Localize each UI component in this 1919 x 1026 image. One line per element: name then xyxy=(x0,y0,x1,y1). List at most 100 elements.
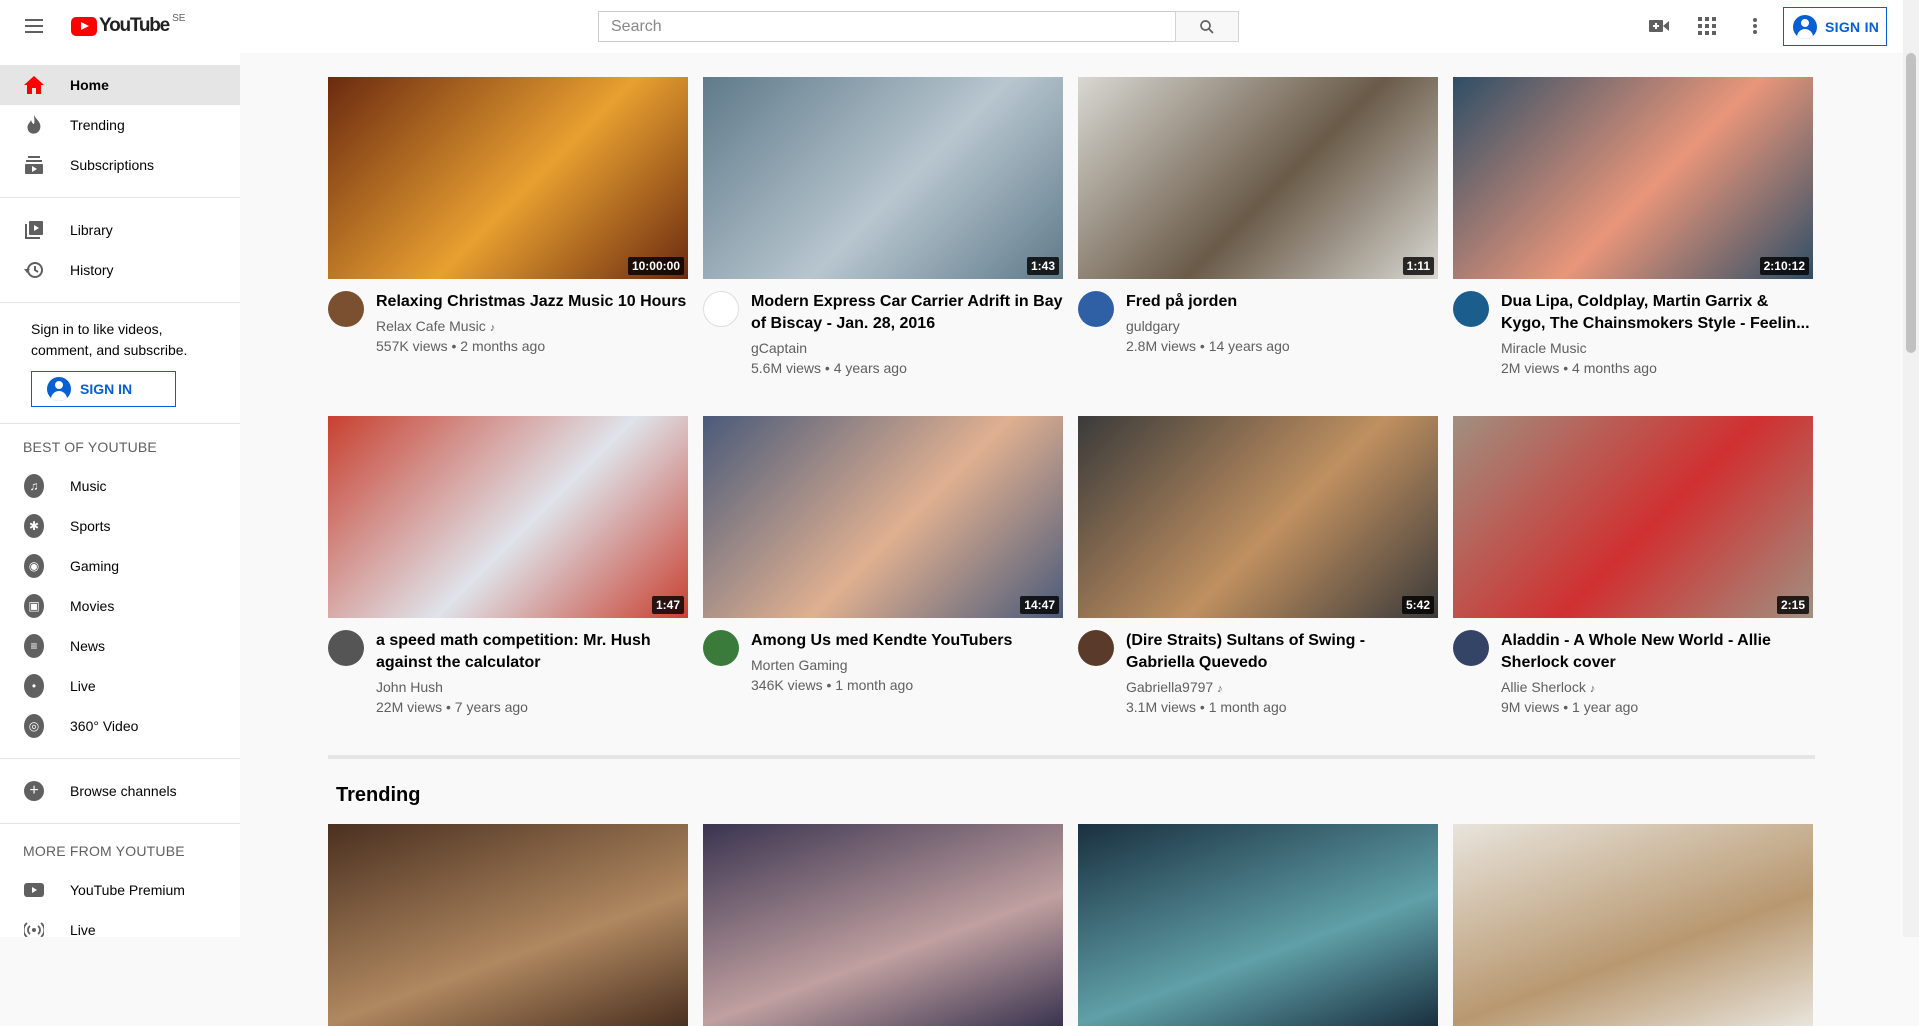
trending-row xyxy=(328,824,1815,1026)
video-thumbnail[interactable]: 2:15 xyxy=(1453,416,1813,618)
sidebar-item-movies[interactable]: ▣ Movies xyxy=(0,586,240,626)
video-title[interactable]: a speed math competition: Mr. Hush again… xyxy=(376,630,688,674)
video-title[interactable]: Relaxing Christmas Jazz Music 10 Hours xyxy=(376,291,688,313)
trending-video-thumbnail[interactable] xyxy=(1453,824,1813,1026)
trending-video-thumbnail[interactable] xyxy=(703,824,1063,1026)
video-title[interactable]: Dua Lipa, Coldplay, Martin Garrix & Kygo… xyxy=(1501,291,1813,335)
movies-icon: ▣ xyxy=(24,594,44,618)
trending-video-thumbnail[interactable] xyxy=(1078,824,1438,1026)
scrollbar-thumb[interactable] xyxy=(1906,53,1916,353)
sidebar-item-label: Live xyxy=(70,678,96,694)
sidebar-item-live[interactable]: • Live xyxy=(0,666,240,706)
channel-avatar[interactable] xyxy=(1453,630,1489,666)
video-thumbnail[interactable]: 1:43 xyxy=(703,77,1063,279)
video-duration: 2:15 xyxy=(1776,596,1809,614)
video-title[interactable]: Fred på jorden xyxy=(1126,291,1438,313)
video-thumbnail[interactable]: 2:10:12 xyxy=(1453,77,1813,279)
best-of-youtube-heading: BEST OF YOUTUBE xyxy=(23,439,157,455)
trending-video-thumbnail[interactable] xyxy=(328,824,688,1026)
divider xyxy=(0,823,240,824)
subscriptions-icon xyxy=(24,155,44,175)
channel-name[interactable]: gCaptain xyxy=(751,340,807,356)
channel-name-row: gCaptain xyxy=(751,339,1063,359)
sidebar-item-library[interactable]: Library xyxy=(0,210,240,250)
channel-name-row: Relax Cafe Music ♪ xyxy=(376,317,688,337)
sidebar-item-label: Gaming xyxy=(70,558,120,574)
channel-name[interactable]: Morten Gaming xyxy=(751,657,847,673)
channel-avatar[interactable] xyxy=(703,630,739,666)
video-card[interactable]: 5:42 (Dire Straits) Sultans of Swing - G… xyxy=(1078,416,1438,755)
video-card[interactable]: 2:15 Aladdin - A Whole New World - Allie… xyxy=(1453,416,1813,755)
video-title[interactable]: (Dire Straits) Sultans of Swing - Gabrie… xyxy=(1126,630,1438,674)
music-note-icon: ♪ xyxy=(1589,683,1596,695)
video-title[interactable]: Aladdin - A Whole New World - Allie Sher… xyxy=(1501,630,1813,674)
video-thumbnail[interactable]: 14:47 xyxy=(703,416,1063,618)
sidebar-item-360-video[interactable]: ◎ 360° Video xyxy=(0,706,240,746)
video-card[interactable]: 1:11 Fred på jorden guldgary 2.8M views … xyxy=(1078,77,1438,416)
channel-name[interactable]: Gabriella9797 xyxy=(1126,679,1213,695)
search-input[interactable]: Search xyxy=(598,11,1175,42)
account-icon xyxy=(1793,14,1817,39)
menu-icon[interactable] xyxy=(22,16,46,36)
video-card[interactable]: 1:47 a speed math competition: Mr. Hush … xyxy=(328,416,688,755)
video-stats: 2M views • 4 months ago xyxy=(1501,360,1657,376)
video-thumbnail[interactable]: 1:47 xyxy=(328,416,688,618)
broadcast-icon xyxy=(24,920,44,937)
channel-name[interactable]: Miracle Music xyxy=(1501,340,1587,356)
channel-name[interactable]: Allie Sherlock xyxy=(1501,679,1586,695)
channel-avatar[interactable] xyxy=(703,291,739,327)
sidebar-item-label: 360° Video xyxy=(70,718,139,734)
sidebar-item-sports[interactable]: ✱ Sports xyxy=(0,506,240,546)
channel-avatar[interactable] xyxy=(1453,291,1489,327)
channel-avatar[interactable] xyxy=(328,630,364,666)
channel-name[interactable]: John Hush xyxy=(376,679,443,695)
divider xyxy=(0,197,240,198)
sidebar-item-live-more[interactable]: Live xyxy=(0,910,240,937)
video-thumbnail[interactable]: 1:11 xyxy=(1078,77,1438,279)
sidebar-item-history[interactable]: History xyxy=(0,250,240,290)
sidebar-item-browse-channels[interactable]: + Browse channels xyxy=(0,771,240,811)
sidebar-item-gaming[interactable]: ◉ Gaming xyxy=(0,546,240,586)
sidebar-item-news[interactable]: ≡ News xyxy=(0,626,240,666)
channel-name-row: guldgary xyxy=(1126,317,1438,337)
channel-avatar[interactable] xyxy=(328,291,364,327)
video-duration: 10:00:00 xyxy=(627,257,684,275)
sidebar-item-subscriptions[interactable]: Subscriptions xyxy=(0,145,240,185)
create-video-icon[interactable] xyxy=(1647,14,1671,38)
video-title[interactable]: Among Us med Kendte YouTubers xyxy=(751,630,1063,652)
news-icon: ≡ xyxy=(24,634,44,658)
youtube-logo[interactable]: YouTube SE xyxy=(71,13,185,36)
signin-label: SIGN IN xyxy=(80,381,133,397)
trending-shelf-title[interactable]: Trending xyxy=(336,784,1815,812)
apps-grid-icon[interactable] xyxy=(1695,14,1719,38)
page-scrollbar[interactable] xyxy=(1903,0,1919,937)
video-stats: 2.8M views • 14 years ago xyxy=(1126,338,1290,354)
channel-name-row: Miracle Music xyxy=(1501,339,1813,359)
search-icon xyxy=(1200,19,1214,34)
video-card[interactable]: 10:00:00 Relaxing Christmas Jazz Music 1… xyxy=(328,77,688,416)
search-button[interactable] xyxy=(1175,11,1239,42)
divider xyxy=(0,423,240,424)
video-grid: 10:00:00 Relaxing Christmas Jazz Music 1… xyxy=(328,77,1815,755)
video-thumbnail[interactable]: 10:00:00 xyxy=(328,77,688,279)
sidebar-item-music[interactable]: ♫ Music xyxy=(0,466,240,506)
channel-name-row: John Hush xyxy=(376,678,688,698)
channel-avatar[interactable] xyxy=(1078,291,1114,327)
youtube-play-icon xyxy=(71,16,97,36)
settings-more-icon[interactable] xyxy=(1743,14,1767,38)
channel-name[interactable]: Relax Cafe Music xyxy=(376,318,486,334)
channel-name[interactable]: guldgary xyxy=(1126,318,1180,334)
channel-avatar[interactable] xyxy=(1078,630,1114,666)
sidebar-item-trending[interactable]: Trending xyxy=(0,105,240,145)
video-card[interactable]: 1:43 Modern Express Car Carrier Adrift i… xyxy=(703,77,1063,416)
header-signin-button[interactable]: SIGN IN xyxy=(1783,7,1887,46)
sidebar-signin-button[interactable]: SIGN IN xyxy=(31,371,176,407)
video-title[interactable]: Modern Express Car Carrier Adrift in Bay… xyxy=(751,291,1063,335)
sidebar-item-youtube-premium[interactable]: YouTube Premium xyxy=(0,870,240,910)
video-card[interactable]: 2:10:12 Dua Lipa, Coldplay, Martin Garri… xyxy=(1453,77,1813,416)
gaming-icon: ◉ xyxy=(24,554,44,578)
video-thumbnail[interactable]: 5:42 xyxy=(1078,416,1438,618)
video-card[interactable]: 14:47 Among Us med Kendte YouTubers Mort… xyxy=(703,416,1063,755)
logo-text: YouTube xyxy=(99,15,170,36)
sidebar-item-home[interactable]: Home xyxy=(0,65,240,105)
